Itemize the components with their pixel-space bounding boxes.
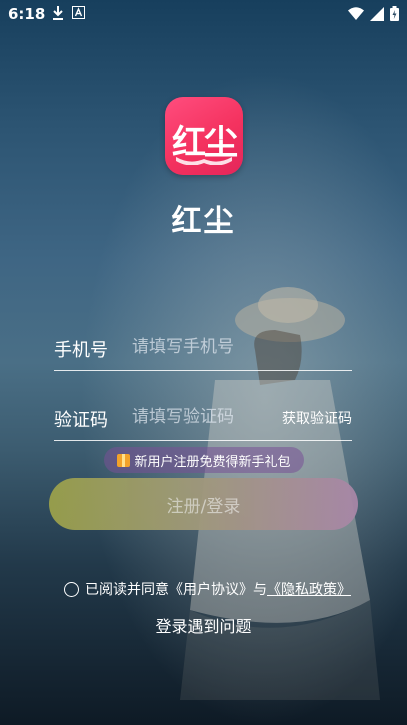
login-button[interactable]: 注册/登录	[49, 478, 358, 530]
signal-icon	[370, 6, 384, 21]
font-icon	[72, 6, 85, 19]
phone-field: 手机号	[54, 326, 352, 371]
code-input[interactable]	[132, 402, 272, 432]
app-logo: 红尘	[165, 97, 243, 175]
get-code-button[interactable]: 获取验证码	[282, 408, 352, 428]
agreement-and: 与	[253, 582, 267, 598]
phone-input[interactable]	[132, 332, 272, 362]
agreement-row: 已阅读并同意 《用户协议》 与 《隐私政策》	[64, 578, 364, 600]
promo-badge: 新用户注册免费得新手礼包	[104, 447, 304, 473]
wifi-icon	[348, 7, 364, 20]
privacy-policy-link[interactable]: 《隐私政策》	[267, 579, 351, 599]
code-label: 验证码	[54, 410, 108, 431]
agreement-prefix: 已阅读并同意	[85, 582, 169, 598]
status-time: 6:18	[8, 5, 46, 23]
user-agreement-link[interactable]: 《用户协议》	[169, 579, 253, 599]
promo-text: 新用户注册免费得新手礼包	[134, 454, 291, 470]
gift-icon	[117, 453, 131, 467]
code-field: 验证码 获取验证码	[54, 396, 352, 441]
agree-checkbox[interactable]	[64, 581, 79, 597]
phone-label: 手机号	[54, 340, 108, 361]
battery-icon	[390, 6, 399, 21]
book-icon	[176, 157, 232, 165]
status-bar: 6:18	[0, 0, 407, 28]
download-icon	[53, 6, 63, 20]
app-name: 红尘	[171, 204, 236, 239]
login-help-link[interactable]: 登录遇到问题	[0, 613, 407, 637]
